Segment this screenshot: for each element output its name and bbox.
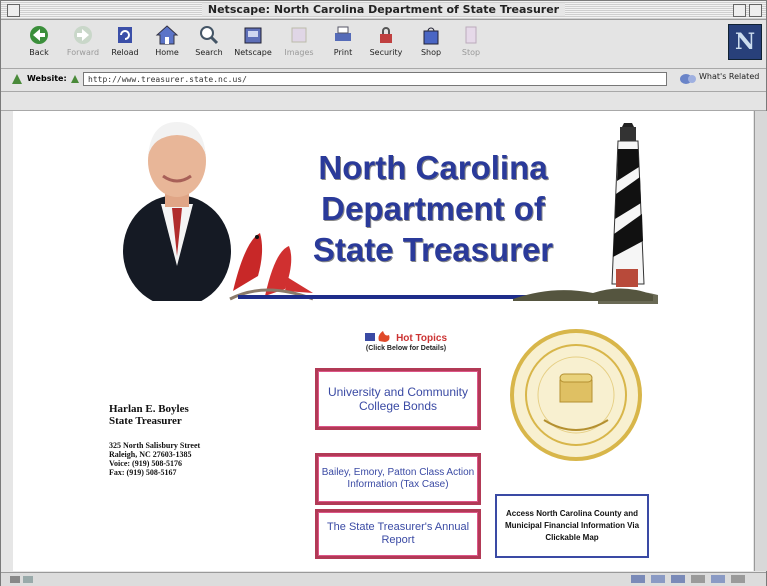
location-label: Website:	[27, 74, 67, 83]
search-button[interactable]: Search	[189, 24, 229, 66]
home-label: Home	[155, 48, 179, 57]
link-class-action-label[interactable]: Bailey, Emory, Patton Class Action Infor…	[318, 467, 478, 491]
fax-line: Fax: (919) 508-5167	[109, 468, 177, 477]
clickable-map-label[interactable]: Access North Carolina County and Municip…	[497, 508, 647, 544]
hot-topics-flame-icon	[364, 330, 390, 342]
home-icon	[155, 25, 179, 45]
reload-icon	[118, 27, 132, 43]
treasurer-contact: Harlan E. Boyles State Treasurer 325 Nor…	[109, 403, 200, 477]
stop-label: Stop	[461, 48, 481, 57]
link-class-action[interactable]: Bailey, Emory, Patton Class Action Infor…	[315, 453, 481, 505]
url-input[interactable]: http://www.treasurer.state.nc.us/	[83, 72, 667, 86]
heading-line-2: Department of	[321, 190, 545, 227]
address-line: Raleigh, NC 27603-1385	[109, 450, 192, 459]
link-annual-report[interactable]: The State Treasurer's Annual Report	[315, 509, 481, 559]
forward-label: Forward	[66, 48, 100, 57]
back-arrow-icon	[30, 26, 48, 44]
home-button[interactable]: Home	[147, 24, 187, 66]
link-university-bonds[interactable]: University and Community College Bonds	[315, 368, 481, 430]
treasurer-portrait	[123, 122, 231, 301]
forward-arrow-icon	[74, 26, 92, 44]
collapse-box-icon[interactable]	[749, 4, 762, 17]
stop-icon	[465, 26, 477, 44]
zoom-box-icon[interactable]	[733, 4, 746, 17]
lighthouse-image	[598, 123, 658, 304]
whats-related-icon	[680, 74, 696, 84]
netscape-label: Netscape	[234, 48, 272, 57]
heading-line-1: North Carolina	[318, 149, 548, 186]
forward-button[interactable]: Forward	[63, 24, 103, 66]
grass-decoration	[513, 288, 653, 301]
status-bar	[1, 572, 766, 586]
print-label: Print	[333, 48, 353, 57]
address-line: 325 North Salisbury Street	[109, 441, 201, 450]
clickable-map-link[interactable]: Access North Carolina County and Municip…	[495, 494, 649, 558]
phone-line: Voice: (919) 508-5176	[109, 459, 183, 468]
reload-button[interactable]: Reload	[105, 24, 145, 66]
netscape-logo[interactable]: N	[728, 24, 762, 60]
page-content: North Carolina Department of State Treas…	[13, 111, 753, 571]
netscape-icon	[244, 27, 262, 44]
bookmark-icon[interactable]	[11, 73, 23, 85]
security-lock-status-icon[interactable]	[9, 574, 35, 584]
whats-related-button[interactable]: What's Related	[699, 72, 759, 81]
link-annual-report-label[interactable]: The State Treasurer's Annual Report	[318, 521, 478, 547]
images-button[interactable]: Images	[279, 24, 319, 66]
netscape-button[interactable]: Netscape	[233, 24, 273, 66]
treasurer-name: Harlan E. Boyles	[109, 403, 189, 415]
security-label: Security	[369, 48, 403, 57]
images-icon	[291, 27, 307, 43]
hot-topics-hint: (Click Below for Details)	[365, 345, 447, 352]
search-label: Search	[195, 48, 223, 57]
component-bar-icons[interactable]	[631, 574, 751, 584]
hot-topics[interactable]: Hot Topics (Click Below for Details)	[331, 326, 481, 352]
search-icon	[200, 26, 219, 45]
lock-icon	[380, 27, 392, 43]
heading-line-3: State Treasurer	[312, 231, 554, 268]
shop-button[interactable]: Shop	[411, 24, 451, 66]
images-label: Images	[284, 48, 314, 57]
page-proxy-icon[interactable]	[69, 73, 81, 85]
hot-topics-title[interactable]: Hot Topics	[396, 333, 447, 344]
vertical-scrollbar[interactable]	[754, 111, 767, 571]
window-title: Netscape: North Carolina Department of S…	[201, 3, 566, 16]
navigation-toolbar: Back Forward Reload Home Search Netscape…	[1, 20, 766, 69]
browser-window: Netscape: North Carolina Department of S…	[0, 0, 767, 586]
link-university-bonds-label[interactable]: University and Community College Bonds	[318, 385, 478, 413]
location-bar: Website: http://www.treasurer.state.nc.u…	[1, 69, 766, 92]
treasurer-title: State Treasurer	[109, 415, 182, 427]
page-heading: North Carolina Department of State Treas…	[283, 147, 583, 270]
personal-toolbar	[1, 92, 766, 111]
stop-button[interactable]: Stop	[451, 24, 491, 66]
print-button[interactable]: Print	[323, 24, 363, 66]
state-treasurer-seal	[510, 329, 642, 461]
reload-label: Reload	[111, 48, 139, 57]
printer-icon	[335, 26, 351, 41]
back-button[interactable]: Back	[19, 24, 59, 66]
shop-label: Shop	[420, 48, 442, 57]
back-label: Back	[29, 48, 49, 57]
security-button[interactable]: Security	[366, 24, 406, 66]
title-bar[interactable]: Netscape: North Carolina Department of S…	[1, 1, 766, 20]
shopping-bag-icon	[423, 27, 439, 45]
